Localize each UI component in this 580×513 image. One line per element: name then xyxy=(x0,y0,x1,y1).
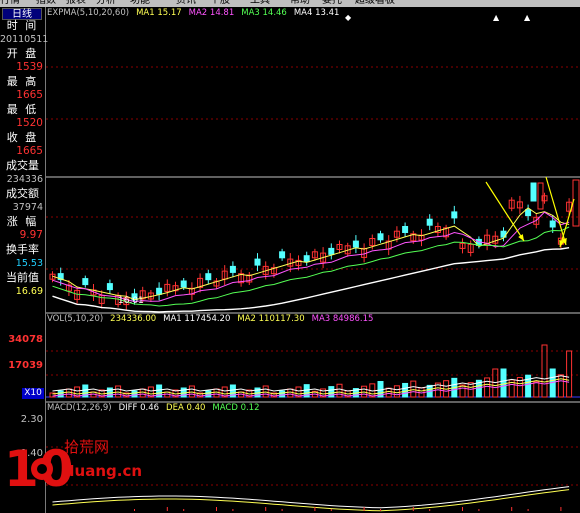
volume-bar xyxy=(287,388,294,398)
field-value: 9.97 xyxy=(19,229,43,241)
svg-text:拾荒网: 拾荒网 xyxy=(64,438,109,456)
volume-bar xyxy=(402,382,409,398)
field-label: 当前值 xyxy=(6,271,39,284)
field-value: 16.69 xyxy=(15,286,43,297)
vol-axis-top: 34078 xyxy=(8,334,43,345)
menu-item[interactable]: 委托 xyxy=(322,0,342,6)
candle-body xyxy=(205,273,212,281)
menu-item[interactable]: 指数 xyxy=(36,0,56,6)
candle-body xyxy=(279,251,286,259)
candle-body xyxy=(303,255,310,263)
moving-average-line xyxy=(52,226,570,307)
field-label: 时 间 xyxy=(6,19,39,32)
field-value: 1539 xyxy=(16,61,43,73)
volume-bar xyxy=(500,368,507,398)
low-price-label: 16.01 xyxy=(118,296,144,306)
menu-item[interactable]: 工具 xyxy=(250,0,270,6)
volume-bar xyxy=(65,388,72,398)
menu-item[interactable]: 资讯 xyxy=(176,0,196,6)
field-label: 成交额 xyxy=(6,187,39,200)
candle-body xyxy=(530,182,537,202)
candle-body xyxy=(426,218,433,226)
candle-body xyxy=(106,283,113,291)
candle-body xyxy=(451,211,458,219)
field-label: 成交量 xyxy=(6,159,39,172)
volume-bar xyxy=(57,390,64,398)
candle-body xyxy=(377,233,384,241)
field-value: 20110511 xyxy=(0,34,49,45)
volume-ma-line xyxy=(52,378,570,395)
field-label: 收 盘 xyxy=(6,131,39,144)
field-value: 1520 xyxy=(16,117,43,129)
vol-unit-button[interactable]: X10 xyxy=(22,388,44,399)
candle-body xyxy=(549,220,556,228)
candle-body xyxy=(572,179,580,227)
volume-bar xyxy=(566,350,573,398)
field-value: 15.53 xyxy=(15,258,43,269)
candle-body xyxy=(328,247,335,255)
volume-bar xyxy=(533,381,540,398)
svg-text:Huang.cn: Huang.cn xyxy=(62,462,142,480)
candle-body xyxy=(229,265,236,273)
menu-item[interactable]: 超级看板 xyxy=(355,0,395,6)
volume-bar xyxy=(410,380,417,398)
volume-ma-line xyxy=(52,375,570,392)
watermark-logo: 10 拾荒网 Huang.cn xyxy=(4,438,142,498)
volume-bar xyxy=(213,388,220,398)
vol-axis-mid: 17039 xyxy=(8,360,43,371)
volume-bar xyxy=(385,387,392,398)
volume-bar xyxy=(279,390,286,398)
menu-item[interactable]: 个股 xyxy=(210,0,230,6)
candle-body xyxy=(402,226,409,233)
field-label: 换手率 xyxy=(6,243,39,256)
volume-bar xyxy=(557,374,564,398)
candle-body xyxy=(525,209,532,217)
field-value: 234336 xyxy=(6,174,43,185)
field-label: 最 高 xyxy=(6,75,39,88)
field-label: 涨 幅 xyxy=(6,215,39,228)
candle-body xyxy=(82,278,89,286)
moving-average-line xyxy=(52,207,570,301)
menu-item[interactable]: 功能 xyxy=(130,0,150,6)
volume-bar xyxy=(139,388,146,398)
field-value: 1665 xyxy=(16,145,43,157)
field-value: 1665 xyxy=(16,89,43,101)
volume-bar xyxy=(336,383,343,398)
volume-bar xyxy=(205,390,212,398)
candle-body xyxy=(352,240,359,248)
volume-bar xyxy=(393,385,400,398)
field-label: 开 盘 xyxy=(6,47,39,60)
field-label: 最 低 xyxy=(6,103,39,116)
macd-axis-top: 2.30 xyxy=(20,414,43,425)
field-value: 37974 xyxy=(12,202,43,213)
arrow-head xyxy=(518,234,524,241)
candle-body xyxy=(156,287,163,295)
volume-bar xyxy=(131,390,138,398)
menu-item[interactable]: 行情 xyxy=(0,0,20,6)
moving-average-line xyxy=(52,211,570,303)
candle-body xyxy=(180,280,187,288)
candle-body xyxy=(254,258,261,266)
volume-bar xyxy=(541,344,548,398)
menu-bar: 行情 指数 报表 分析 功能 资讯 个股 工具 帮助 委托 超级看板 xyxy=(0,0,580,7)
menu-item[interactable]: 报表 xyxy=(66,0,86,6)
menu-item[interactable]: 分析 xyxy=(96,0,116,6)
menu-item[interactable]: 帮助 xyxy=(290,0,310,6)
